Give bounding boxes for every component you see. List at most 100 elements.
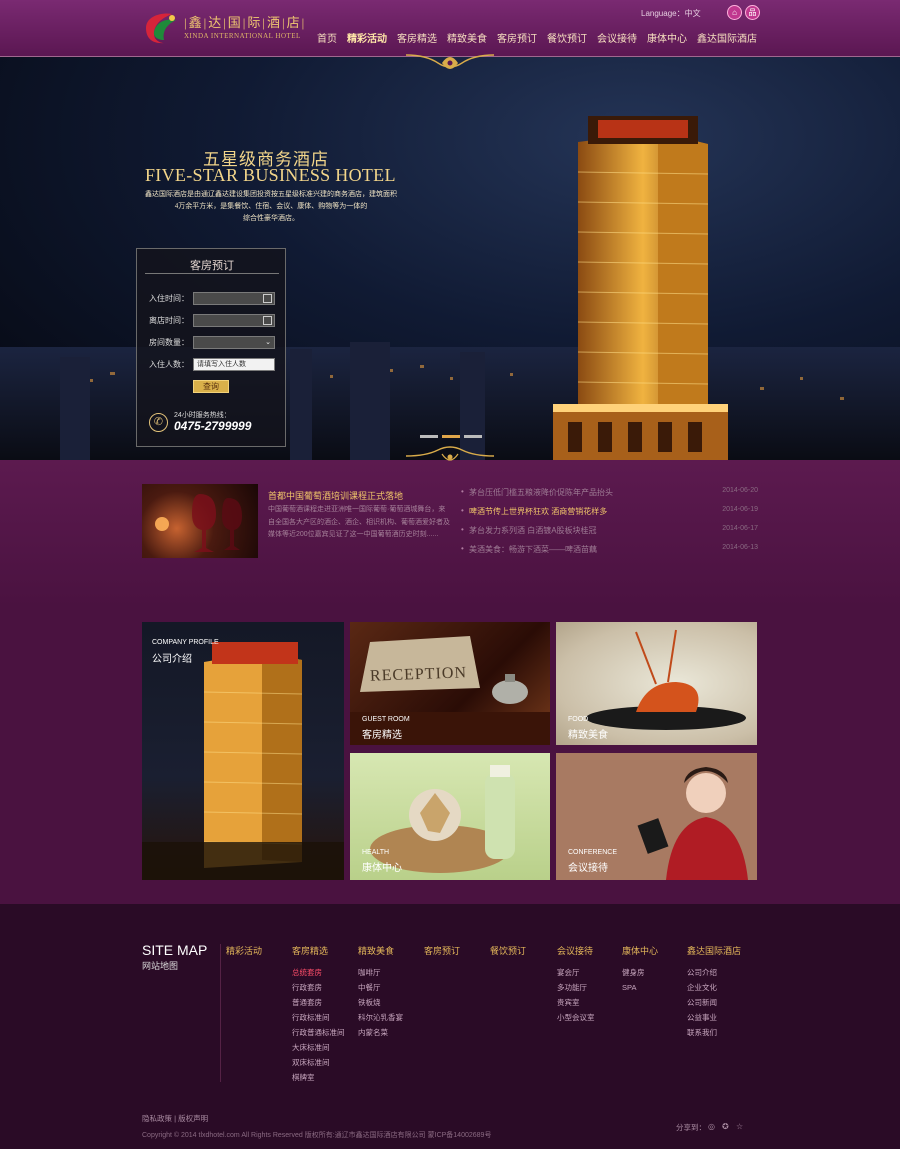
footer-column-health: 康体中心 健身房 SPA <box>622 944 658 995</box>
hero-desc-line: 4万余平方米，是集餐饮、住宿、会议、康体、购物等为一体的 <box>174 202 368 210</box>
phone-icon: ✆ <box>149 413 168 432</box>
divider <box>220 944 221 1082</box>
legal-links[interactable]: 隐私政策 | 版权声明 <box>142 1113 208 1124</box>
tile-label-cn: 会议接待 <box>568 863 608 874</box>
calendar-icon[interactable] <box>263 294 272 303</box>
sitemap-icon[interactable]: 品 <box>745 5 760 20</box>
tile-health[interactable]: HEALTH 康体中心 <box>350 753 550 880</box>
footer-column-title[interactable]: 客房精选 <box>292 944 345 957</box>
footer-column-dining-booking: 餐饮预订 <box>490 944 526 965</box>
site-footer <box>0 904 900 1149</box>
booking-panel: 客房预订 入住时间： 离店时间： 房间数量： ⌄ 入住人数： 请填写入住人数 查… <box>136 248 286 447</box>
footer-column-title[interactable]: 精彩活动 <box>226 944 262 957</box>
footer-link[interactable]: 行政普通标准间 <box>292 1025 345 1040</box>
checkin-date-input[interactable] <box>193 292 275 305</box>
tile-guest-room[interactable]: RECEPTION GUEST ROOM 客房精选 <box>350 622 550 745</box>
bullet-icon: • <box>461 544 464 553</box>
footer-column-title[interactable]: 餐饮预订 <box>490 944 526 957</box>
footer-link[interactable]: 企业文化 <box>687 980 741 995</box>
footer-column-title[interactable]: 客房预订 <box>424 944 460 957</box>
footer-link[interactable]: 铁板烧 <box>358 995 403 1010</box>
sitemap-title-en: SITE MAP <box>142 942 208 958</box>
footer-link[interactable]: 公司介绍 <box>687 965 741 980</box>
nav-dining-booking[interactable]: 餐饮预订 <box>542 30 592 45</box>
tile-food[interactable]: FOOD 精致美食 <box>556 622 757 745</box>
calendar-icon[interactable] <box>263 316 272 325</box>
checkout-date-input[interactable] <box>193 314 275 327</box>
news-item-title[interactable]: 美酒美食：畅游下酒菜——啤酒苗藕 <box>469 544 597 555</box>
logo-text-en: XINDA INTERNATIONAL HOTEL <box>184 32 301 40</box>
footer-link[interactable]: 行政标准间 <box>292 1010 345 1025</box>
footer-link[interactable]: 咖啡厅 <box>358 965 403 980</box>
footer-link[interactable]: 行政套房 <box>292 980 345 995</box>
city-skyline-image <box>0 342 900 460</box>
footer-column-title[interactable]: 精致美食 <box>358 944 403 957</box>
bullet-icon: • <box>461 487 464 496</box>
footer-link[interactable]: 总统套房 <box>292 965 345 980</box>
tile-company-profile[interactable]: COMPANY PROFILE 公司介绍 <box>142 622 344 880</box>
news-featured-title[interactable]: 首都中国葡萄酒培训课程正式落地 <box>268 489 403 502</box>
tile-label-en: GUEST ROOM <box>362 716 410 723</box>
star-icon[interactable]: ☆ <box>736 1122 743 1131</box>
footer-link[interactable]: 大床标准间 <box>292 1040 345 1055</box>
footer-link[interactable]: 内蒙名菜 <box>358 1025 403 1040</box>
news-list-item[interactable]: • 啤酒节传上世界杯狂欢 酒商营销花样多 2014-06-19 <box>460 506 758 520</box>
chevron-down-icon: ⌄ <box>265 339 271 346</box>
hotline-number: 0475-2799999 <box>174 419 252 433</box>
footer-link[interactable]: SPA <box>622 980 658 995</box>
language-selector[interactable]: Language：中文 <box>641 8 701 19</box>
footer-link[interactable]: 普通套房 <box>292 995 345 1010</box>
slide-indicator-2[interactable] <box>442 435 460 438</box>
slide-indicator-1[interactable] <box>420 435 438 438</box>
footer-column-title[interactable]: 康体中心 <box>622 944 658 957</box>
guests-input[interactable]: 请填写入住人数 <box>193 358 275 371</box>
news-item-title[interactable]: 啤酒节传上世界杯狂欢 酒商营销花样多 <box>469 506 607 517</box>
nav-room-booking[interactable]: 客房预订 <box>492 30 542 45</box>
logo[interactable]: |鑫|达|国|际|酒|店| XINDA INTERNATIONAL HOTEL <box>142 10 304 46</box>
rooms-label: 房间数量： <box>149 338 189 347</box>
tile-label-cn: 康体中心 <box>362 863 402 874</box>
footer-link[interactable]: 棋牌室 <box>292 1070 345 1085</box>
nav-conference[interactable]: 会议接待 <box>592 30 642 45</box>
news-list-item[interactable]: • 美酒美食：畅游下酒菜——啤酒苗藕 2014-06-13 <box>460 544 758 558</box>
news-item-date: 2014-06-17 <box>722 525 758 532</box>
nav-about[interactable]: 鑫达国际酒店 <box>692 30 762 45</box>
footer-link[interactable]: 贵宾室 <box>557 995 595 1010</box>
footer-link[interactable]: 小型会议室 <box>557 1010 595 1025</box>
footer-link[interactable]: 宴会厅 <box>557 965 595 980</box>
search-button[interactable]: 查询 <box>193 380 229 393</box>
footer-link[interactable]: 多功能厅 <box>557 980 595 995</box>
weibo-icon[interactable]: ◎ <box>708 1122 715 1131</box>
slide-indicator-3[interactable] <box>464 435 482 438</box>
nav-home[interactable]: 首页 <box>312 30 342 45</box>
footer-column-food: 精致美食 咖啡厅 中餐厅 铁板烧 科尔沁乳香宴 内蒙名菜 <box>358 944 403 1040</box>
footer-link[interactable]: 双床标准间 <box>292 1055 345 1070</box>
rooms-select[interactable]: ⌄ <box>193 336 275 349</box>
qzone-icon[interactable]: ✪ <box>722 1122 729 1131</box>
tile-label-en: HEALTH <box>362 849 390 856</box>
nav-rooms[interactable]: 客房精选 <box>392 30 442 45</box>
news-featured-image[interactable] <box>142 484 258 558</box>
news-list-item[interactable]: • 茅台发力系列酒 白酒镀A股板块桂冠 2014-06-17 <box>460 525 758 539</box>
footer-column-title[interactable]: 会议接待 <box>557 944 595 957</box>
nav-activities[interactable]: 精彩活动 <box>342 30 392 45</box>
footer-link[interactable]: 公司新闻 <box>687 995 741 1010</box>
footer-link[interactable]: 联系我们 <box>687 1025 741 1040</box>
share-label: 分享到： <box>676 1123 706 1132</box>
nav-food[interactable]: 精致美食 <box>442 30 492 45</box>
footer-column-title[interactable]: 鑫达国际酒店 <box>687 944 741 957</box>
bullet-icon: • <box>461 506 464 515</box>
news-list-item[interactable]: • 茅台压低门槛五粮液降价促陈年产品抬头 2014-06-20 <box>460 487 758 501</box>
footer-link[interactable]: 健身房 <box>622 965 658 980</box>
footer-link[interactable]: 中餐厅 <box>358 980 403 995</box>
footer-link[interactable]: 公益事业 <box>687 1010 741 1025</box>
tile-conference[interactable]: CONFERENCE 会议接待 <box>556 753 757 880</box>
tile-label-en: COMPANY PROFILE <box>152 639 219 646</box>
home-icon[interactable]: ⌂ <box>727 5 742 20</box>
news-item-title[interactable]: 茅台发力系列酒 白酒镀A股板块桂冠 <box>469 525 597 536</box>
nav-health[interactable]: 康体中心 <box>642 30 692 45</box>
news-item-title[interactable]: 茅台压低门槛五粮液降价促陈年产品抬头 <box>469 487 613 498</box>
logo-mark-icon <box>146 13 176 44</box>
hero-desc-line: 综合性豪华酒店。 <box>243 214 299 222</box>
footer-link[interactable]: 科尔沁乳香宴 <box>358 1010 403 1025</box>
